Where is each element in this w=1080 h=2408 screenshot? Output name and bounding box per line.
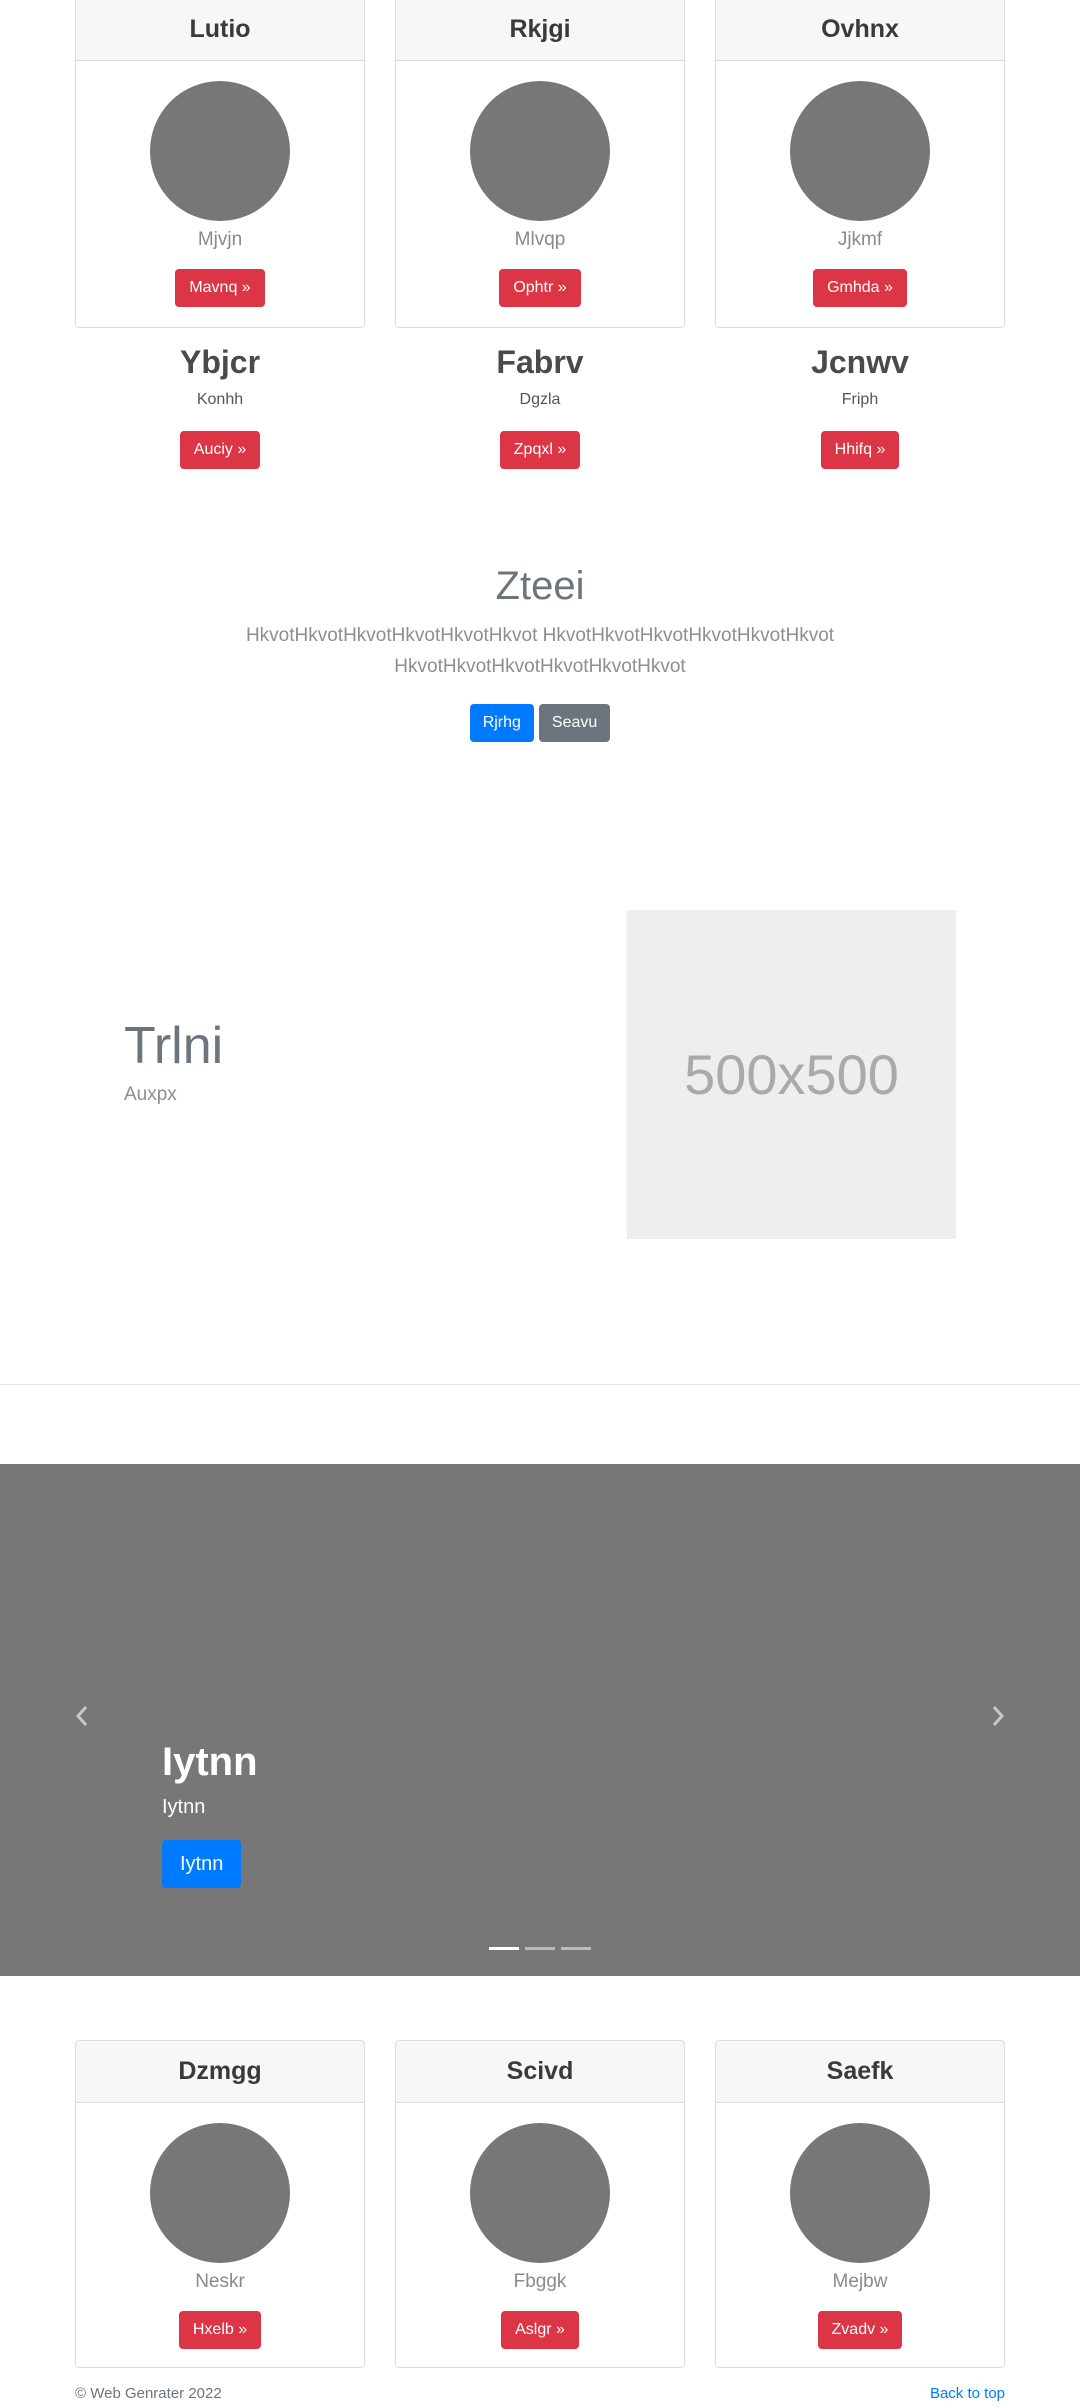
avatar <box>150 2123 290 2263</box>
carousel-indicator-1[interactable] <box>489 1947 519 1950</box>
carousel-prev-button[interactable] <box>62 1696 102 1736</box>
carousel-indicator-3[interactable] <box>561 1947 591 1950</box>
bottom-card-3: Saefk Mejbw Zvadv » <box>715 2040 1005 2368</box>
featurette-lead: Auxpx <box>124 1084 177 1105</box>
avatar <box>150 81 290 221</box>
feature-column-2: Fabrv Dgzla Zpqxl » <box>395 344 685 469</box>
feature-button[interactable]: Auciy » <box>179 431 261 469</box>
card-subtitle: Neskr <box>195 2271 245 2292</box>
bottom-card-1: Dzmgg Neskr Hxelb » <box>75 2040 365 2368</box>
chevron-left-icon <box>75 1706 88 1726</box>
avatar <box>790 2123 930 2263</box>
hero-lead: HkvotHkvotHkvotHkvotHkvotHkvot HkvotHkvo… <box>245 625 835 677</box>
card-action-button[interactable]: Zvadv » <box>817 2311 903 2349</box>
back-to-top-link[interactable]: Back to top <box>930 2385 1005 2402</box>
feature-column-1: Ybjcr Konhh Auciy » <box>75 344 365 469</box>
carousel-caption-title: Iytnn <box>162 1740 258 1784</box>
top-card-1: Lutio Mjvjn Mavnq » <box>75 0 365 328</box>
card-title: Saefk <box>716 2041 1004 2103</box>
card-action-button[interactable]: Mavnq » <box>175 269 265 307</box>
card-title: Scivd <box>396 2041 684 2103</box>
section-divider <box>0 1384 1080 1385</box>
top-card-3: Ovhnx Jjkmf Gmhda » <box>715 0 1005 328</box>
avatar <box>790 81 930 221</box>
hero-primary-button[interactable]: Rjrhg <box>469 704 534 742</box>
hero-title: Zteei <box>495 564 585 608</box>
card-subtitle: Mejbw <box>832 2271 888 2292</box>
chevron-right-icon <box>992 1706 1005 1726</box>
footer-copyright: © Web Genrater 2022 <box>75 2385 222 2402</box>
avatar <box>470 2123 610 2263</box>
feature-subtitle: Konhh <box>196 391 244 408</box>
carousel-indicators <box>0 1947 1080 1950</box>
carousel: Iytnn Iytnn Iytnn <box>0 1464 1080 1976</box>
card-title: Rkjgi <box>396 0 684 61</box>
carousel-caption-button[interactable]: Iytnn <box>162 1840 242 1888</box>
card-action-button[interactable]: Gmhda » <box>813 269 907 307</box>
carousel-next-button[interactable] <box>978 1696 1018 1736</box>
feature-subtitle: Friph <box>841 391 879 408</box>
featurette-heading: Trlni <box>124 1017 224 1075</box>
card-subtitle: Mjvjn <box>197 229 243 250</box>
card-title: Ovhnx <box>716 0 1004 61</box>
feature-subtitle: Dgzla <box>519 391 561 408</box>
card-title: Dzmgg <box>76 2041 364 2103</box>
feature-title: Ybjcr <box>179 344 261 380</box>
feature-title: Fabrv <box>496 344 584 380</box>
feature-column-3: Jcnwv Friph Hhifq » <box>715 344 1005 469</box>
top-card-2: Rkjgi Mlvqp Ophtr » <box>395 0 685 328</box>
card-title: Lutio <box>76 0 364 61</box>
avatar <box>470 81 610 221</box>
bottom-card-2: Scivd Fbggk Aslgr » <box>395 2040 685 2368</box>
card-subtitle: Mlvqp <box>514 229 566 250</box>
card-subtitle: Jjkmf <box>837 229 883 250</box>
card-subtitle: Fbggk <box>513 2271 567 2292</box>
carousel-indicator-2[interactable] <box>525 1947 555 1950</box>
feature-title: Jcnwv <box>811 344 909 380</box>
placeholder-image-label: 500x500 <box>684 1043 899 1106</box>
feature-button[interactable]: Zpqxl » <box>499 431 581 469</box>
hero-button-group: Rjrhg Seavu <box>0 704 1080 742</box>
card-action-button[interactable]: Ophtr » <box>499 269 581 307</box>
carousel-caption-text: Iytnn <box>162 1796 206 1818</box>
featurette-placeholder-image: 500x500 <box>627 910 956 1239</box>
card-action-button[interactable]: Aslgr » <box>501 2311 579 2349</box>
hero-secondary-button[interactable]: Seavu <box>538 704 611 742</box>
feature-button[interactable]: Hhifq » <box>820 431 900 469</box>
card-action-button[interactable]: Hxelb » <box>178 2311 262 2349</box>
